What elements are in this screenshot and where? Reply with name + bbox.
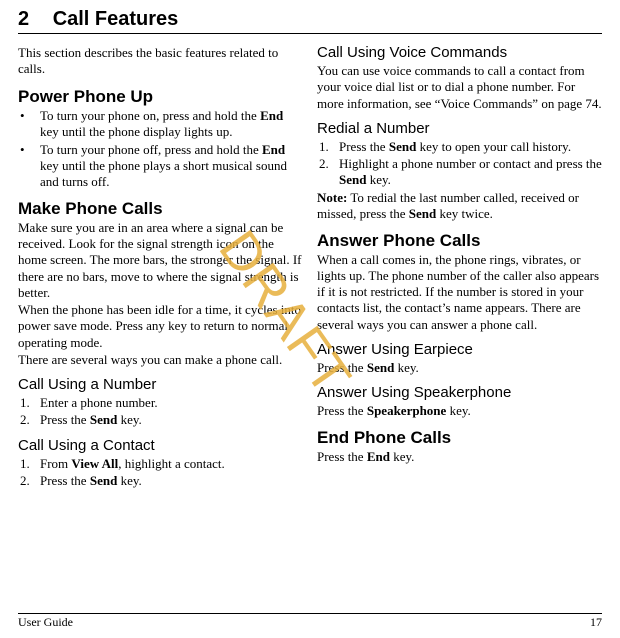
end-calls-para: Press the End key. (317, 449, 602, 465)
page-footer: User Guide 17 (18, 613, 602, 630)
list-item: To turn your phone on, press and hold th… (18, 108, 303, 141)
heading-call-using-number: Call Using a Number (18, 376, 303, 394)
footer-left: User Guide (18, 615, 73, 630)
heading-make-phone-calls: Make Phone Calls (18, 199, 303, 219)
column-left: This section describes the basic feature… (18, 44, 303, 490)
heading-voice-commands: Call Using Voice Commands (317, 44, 602, 62)
make-calls-para-3: There are several ways you can make a ph… (18, 352, 303, 368)
footer-page-number: 17 (590, 615, 602, 630)
call-number-steps: Enter a phone number. Press the Send key… (18, 395, 303, 429)
heading-end-phone-calls: End Phone Calls (317, 428, 602, 448)
speakerphone-para: Press the Speakerphone key. (317, 403, 602, 419)
heading-underline (18, 33, 602, 34)
make-calls-para-2: When the phone has been idle for a time,… (18, 302, 303, 351)
heading-answer-earpiece: Answer Using Earpiece (317, 341, 602, 359)
column-right: Call Using Voice Commands You can use vo… (317, 44, 602, 490)
chapter-title: Call Features (53, 8, 179, 30)
list-item: Press the Send key to open your call his… (317, 139, 602, 155)
make-calls-para-1: Make sure you are in an area where a sig… (18, 220, 303, 301)
list-item: Press the Send key. (18, 473, 303, 489)
intro-text: This section describes the basic feature… (18, 45, 303, 78)
voice-commands-para: You can use voice commands to call a con… (317, 63, 602, 112)
call-contact-steps: From View All, highlight a contact. Pres… (18, 456, 303, 490)
heading-answer-speakerphone: Answer Using Speakerphone (317, 384, 602, 402)
chapter-heading: 2 Call Features (18, 8, 602, 31)
list-item: To turn your phone off, press and hold t… (18, 142, 303, 191)
heading-answer-phone-calls: Answer Phone Calls (317, 231, 602, 251)
earpiece-para: Press the Send key. (317, 360, 602, 376)
redial-note: Note: To redial the last number called, … (317, 190, 602, 223)
list-item: Highlight a phone number or contact and … (317, 156, 602, 189)
heading-call-using-contact: Call Using a Contact (18, 437, 303, 455)
list-item: From View All, highlight a contact. (18, 456, 303, 472)
answer-calls-para: When a call comes in, the phone rings, v… (317, 252, 602, 333)
list-item: Press the Send key. (18, 412, 303, 428)
heading-power-phone-up: Power Phone Up (18, 87, 303, 107)
chapter-number: 2 (18, 8, 29, 31)
redial-steps: Press the Send key to open your call his… (317, 139, 602, 189)
power-bullet-list: To turn your phone on, press and hold th… (18, 108, 303, 190)
list-item: Enter a phone number. (18, 395, 303, 411)
content-columns: This section describes the basic feature… (18, 44, 602, 490)
heading-redial: Redial a Number (317, 120, 602, 138)
